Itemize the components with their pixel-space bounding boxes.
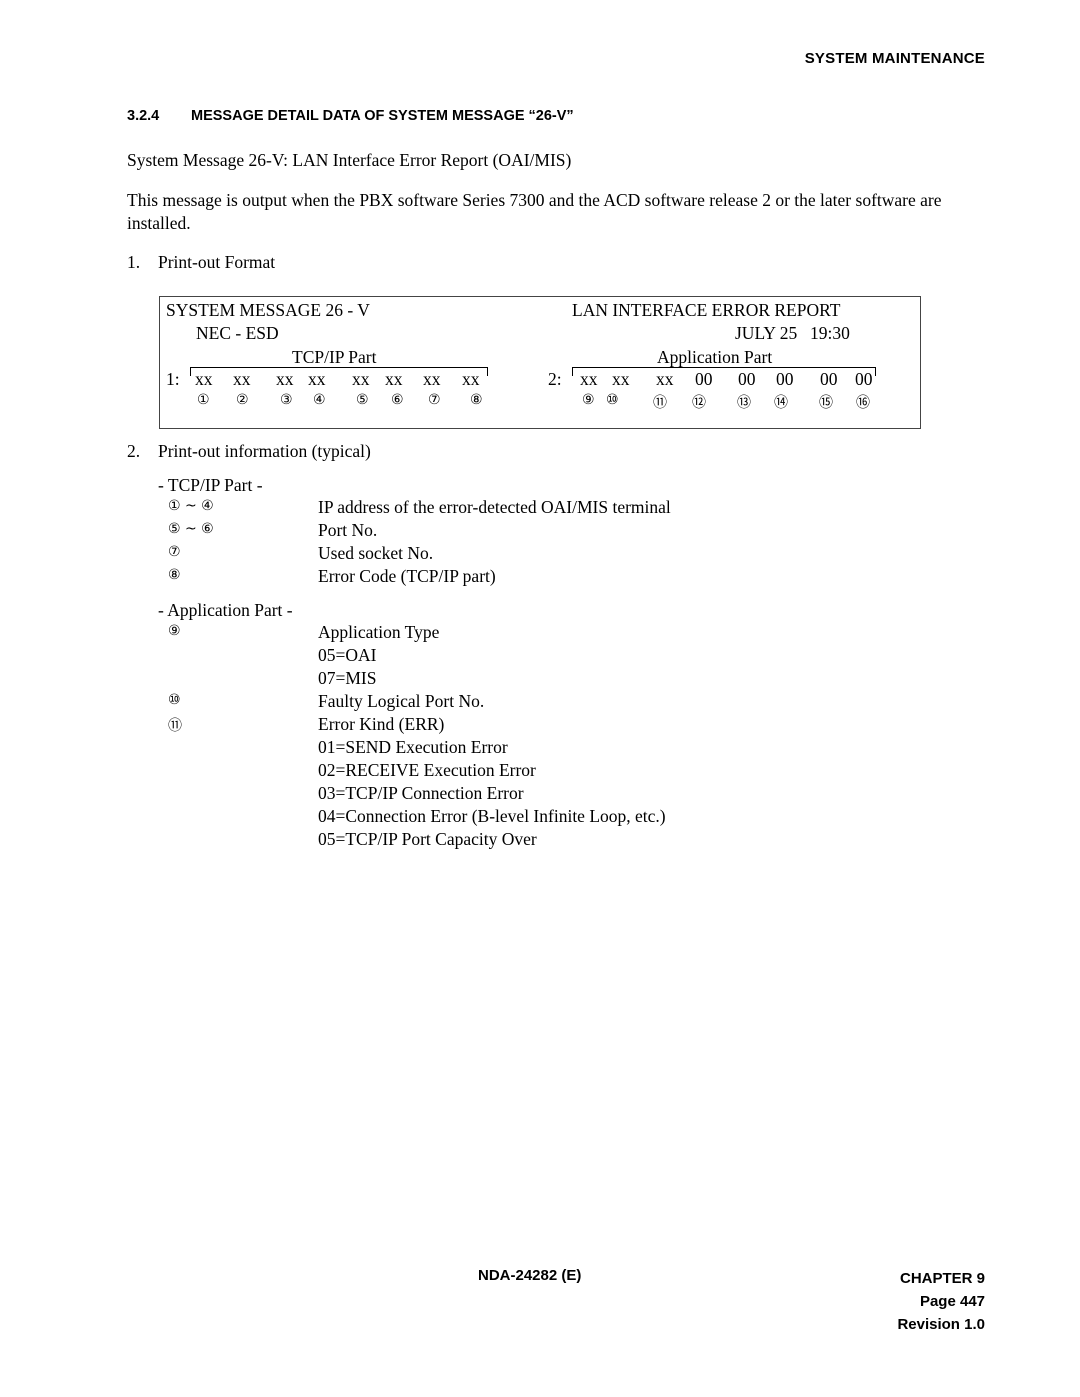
field-description: Error Code (TCP/IP part) <box>318 566 496 586</box>
list-label: Print-out information (typical) <box>158 441 371 461</box>
printout-title-left: SYSTEM MESSAGE 26 - V <box>166 300 370 320</box>
printout-format-box: SYSTEM MESSAGE 26 - V LAN INTERFACE ERRO… <box>159 296 921 429</box>
app-field: xx <box>580 369 598 389</box>
running-head: SYSTEM MAINTENANCE <box>804 50 985 67</box>
tcp-field: xx <box>423 369 441 389</box>
field-description: IP address of the error-detected OAI/MIS… <box>318 497 671 517</box>
tcp-part-heading: - TCP/IP Part - <box>158 475 263 495</box>
app-field: xx <box>656 369 674 389</box>
app-field-marker: ⑨ <box>582 392 595 408</box>
application-part-heading: - Application Part - <box>158 600 293 620</box>
app-field-marker: ⑫ <box>692 395 706 411</box>
field-description: Error Kind (ERR) <box>318 714 445 734</box>
app-field: 00 <box>820 369 838 389</box>
tcp-field-marker: ③ <box>280 392 293 408</box>
field-marker: ① ~ ④ <box>168 498 214 514</box>
printout-date: JULY 25 <box>735 323 798 343</box>
list-number: 1. <box>127 252 141 272</box>
printout-title-right: LAN INTERFACE ERROR REPORT <box>572 300 841 320</box>
field-description: Port No. <box>318 520 378 540</box>
tcp-field-marker: ⑧ <box>470 392 483 408</box>
app-field-marker: ⑯ <box>856 395 870 411</box>
row1-prefix: 1: <box>166 369 180 389</box>
field-marker: ⑩ <box>168 692 181 708</box>
list-item-printout-info: 2. Print-out information (typical) <box>127 440 371 463</box>
footer-chapter: CHAPTER 9 <box>899 1270 985 1287</box>
field-description: 05=OAI <box>318 645 377 665</box>
field-description: Used socket No. <box>318 543 434 563</box>
footer-page-info: CHAPTER 9 Page 447 Revision 1.0 <box>897 1267 985 1336</box>
tcp-field: xx <box>385 369 403 389</box>
field-description: Application Type <box>318 622 440 642</box>
tcp-field-marker: ⑦ <box>428 392 441 408</box>
field-marker: ⑪ <box>168 718 182 734</box>
tcp-field: xx <box>352 369 370 389</box>
tcp-field: xx <box>276 369 294 389</box>
tcp-field: xx <box>233 369 251 389</box>
field-description: 03=TCP/IP Connection Error <box>318 783 524 803</box>
app-field-marker: ⑪ <box>653 395 667 411</box>
field-description: Faulty Logical Port No. <box>318 691 485 711</box>
tcp-field: xx <box>308 369 326 389</box>
section-title: 3.2.4 MESSAGE DETAIL DATA OF SYSTEM MESSA… <box>127 108 574 124</box>
tcp-field: xx <box>462 369 480 389</box>
field-description: 04=Connection Error (B-level Infinite Lo… <box>318 806 666 826</box>
printout-origin: NEC - ESD <box>196 323 279 343</box>
footer-doc-number: NDA-24282 (E) <box>478 1267 582 1284</box>
field-description: 05=TCP/IP Port Capacity Over <box>318 829 537 849</box>
field-marker: ⑨ <box>168 623 181 639</box>
tcp-field-marker: ④ <box>313 392 326 408</box>
tcp-field: xx <box>195 369 213 389</box>
field-description: 02=RECEIVE Execution Error <box>318 760 536 780</box>
field-marker: ⑦ <box>168 544 181 560</box>
footer-page: Page 447 <box>919 1293 985 1310</box>
part2-label: Application Part <box>657 347 773 367</box>
printout-time: 19:30 <box>810 323 850 343</box>
field-marker: ⑧ <box>168 567 181 583</box>
field-description: 07=MIS <box>318 668 377 688</box>
app-field: 00 <box>695 369 713 389</box>
section-title-text: MESSAGE DETAIL DATA OF SYSTEM MESSAGE “2… <box>191 108 574 124</box>
row2-prefix: 2: <box>548 369 562 389</box>
app-field-marker: ⑮ <box>819 395 833 411</box>
app-field-marker: ⑭ <box>774 395 788 411</box>
list-item-printout-format: 1. Print-out Format <box>127 251 275 274</box>
app-field: 00 <box>738 369 756 389</box>
message-subtitle: System Message 26-V: LAN Interface Error… <box>127 150 572 170</box>
tcp-field-marker: ② <box>236 392 249 408</box>
section-number: 3.2.4 <box>127 108 160 124</box>
field-marker: ⑤ ~ ⑥ <box>168 521 214 537</box>
field-description: 01=SEND Execution Error <box>318 737 508 757</box>
tcp-field-marker: ① <box>197 392 210 408</box>
app-field: 00 <box>855 369 873 389</box>
app-field: 00 <box>776 369 794 389</box>
app-field-marker: ⑬ <box>737 395 751 411</box>
intro-paragraph: This message is output when the PBX soft… <box>127 190 942 233</box>
tcp-field-marker: ⑤ <box>356 392 369 408</box>
list-label: Print-out Format <box>158 252 276 272</box>
footer-revision: Revision 1.0 <box>897 1316 985 1333</box>
app-field-marker: ⑩ <box>606 392 619 408</box>
app-field: xx <box>612 369 630 389</box>
part1-label: TCP/IP Part <box>292 347 377 367</box>
tcp-field-marker: ⑥ <box>391 392 404 408</box>
list-number: 2. <box>127 441 141 461</box>
